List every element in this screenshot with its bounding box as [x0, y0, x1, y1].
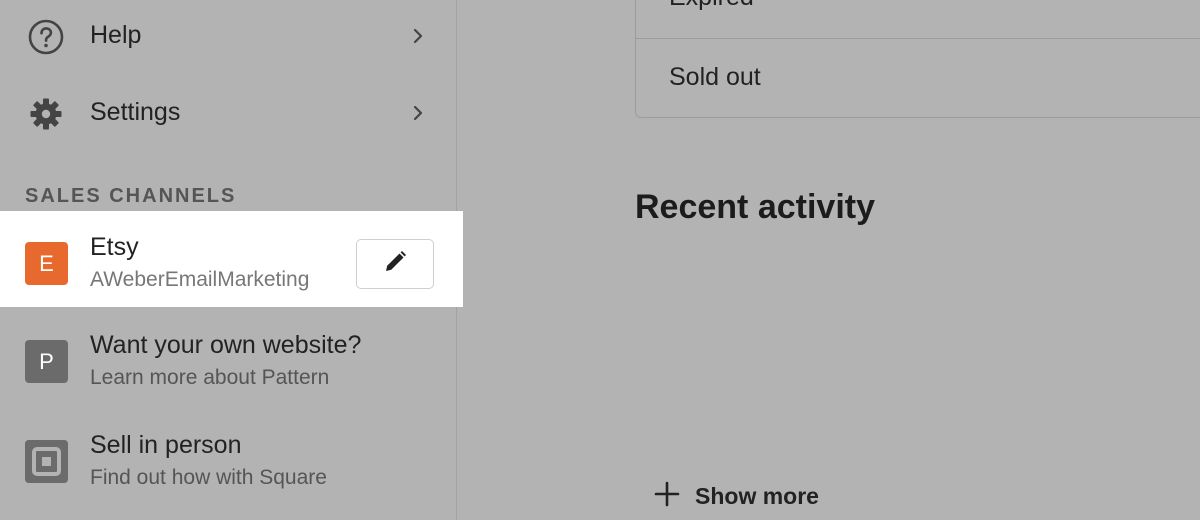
page: Help Settings SALES CHANNELS E Etsy AWeb…	[0, 0, 1200, 520]
section-title-sales-channels: SALES CHANNELS	[25, 185, 237, 207]
filter-label: Sold out	[669, 63, 761, 91]
square-logo-icon	[25, 440, 68, 483]
show-more-button[interactable]: Show more	[653, 480, 819, 513]
help-circle-icon	[27, 18, 65, 56]
sidebar-item-help[interactable]: Help	[0, 7, 456, 67]
pencil-icon	[382, 249, 408, 280]
gear-icon	[27, 95, 65, 133]
filter-item-expired[interactable]: Expired	[636, 0, 1200, 39]
listing-filter-list: Expired Sold out	[635, 0, 1200, 118]
etsy-badge: E	[25, 242, 68, 285]
pattern-badge: P	[25, 340, 68, 383]
sidebar: Help Settings SALES CHANNELS E Etsy AWeb…	[0, 0, 463, 520]
channel-etsy[interactable]: E Etsy AWeberEmailMarketing	[0, 211, 463, 307]
channel-title: Etsy	[90, 233, 139, 261]
sidebar-item-label: Settings	[90, 98, 181, 126]
channel-subtitle: AWeberEmailMarketing	[90, 268, 310, 291]
sidebar-item-label: Help	[90, 21, 142, 49]
channel-subtitle: Learn more about Pattern	[90, 366, 330, 389]
filter-item-sold-out[interactable]: Sold out	[636, 39, 1200, 119]
channel-pattern[interactable]: P Want your own website? Learn more abou…	[0, 309, 456, 405]
plus-icon	[653, 480, 681, 513]
sidebar-item-settings[interactable]: Settings	[0, 84, 456, 144]
main-content: Expired Sold out Recent activity Show mo…	[457, 0, 1200, 520]
channel-title: Sell in person	[90, 431, 242, 459]
filter-label: Expired	[669, 0, 754, 12]
chevron-right-icon	[406, 24, 430, 48]
show-more-label: Show more	[695, 483, 819, 509]
chevron-right-icon	[406, 101, 430, 125]
recent-activity-heading: Recent activity	[635, 188, 875, 226]
channel-subtitle: Find out how with Square	[90, 466, 327, 489]
edit-button[interactable]	[356, 239, 434, 289]
channel-title: Want your own website?	[90, 331, 362, 359]
channel-square[interactable]: Sell in person Find out how with Square	[0, 409, 456, 505]
